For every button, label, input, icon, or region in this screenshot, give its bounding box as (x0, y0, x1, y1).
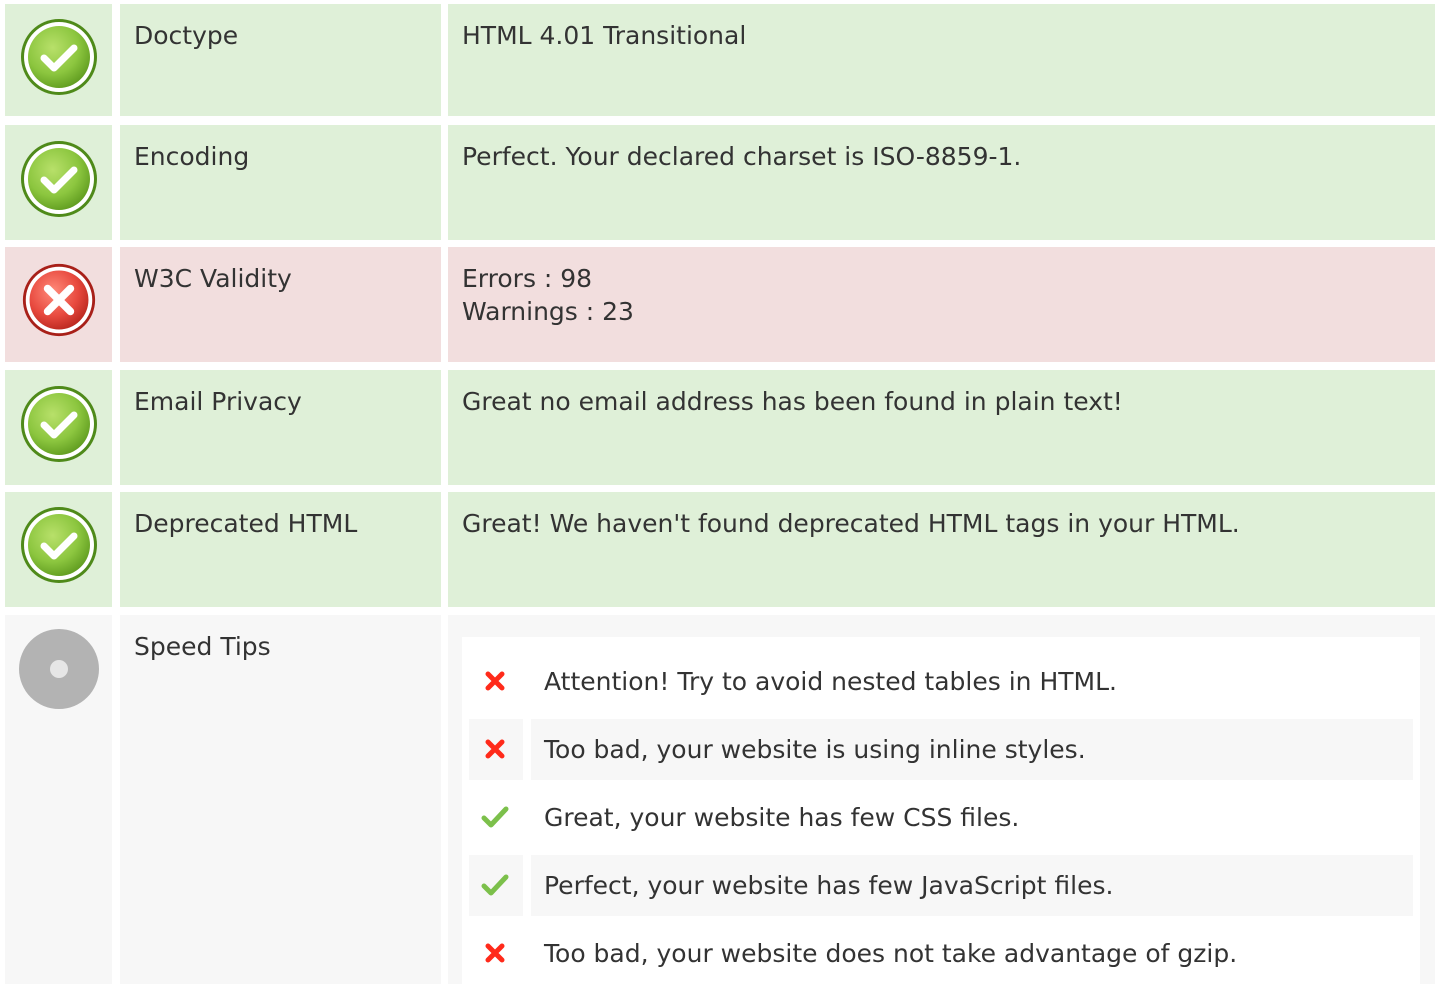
tip-text-cell: Attention! Try to avoid nested tables in… (531, 651, 1413, 712)
label-cell: Email Privacy (120, 370, 441, 485)
value-line: Errors : 98 (462, 264, 593, 293)
value-line: HTML 4.01 Transitional (462, 21, 747, 50)
status-cell (5, 370, 112, 485)
tip-text: Perfect, your website has few JavaScript… (544, 871, 1114, 900)
value-cell: Perfect. Your declared charset is ISO-88… (448, 125, 1435, 240)
value-cell: Attention! Try to avoid nested tables in… (448, 615, 1435, 984)
label-cell: W3C Validity (120, 247, 441, 362)
tip-text-cell: Great, your website has few CSS files. (531, 787, 1413, 848)
check-row-deprecated-html: Deprecated HTML Great! We haven't found … (0, 492, 1445, 607)
error-circle-icon (22, 263, 96, 337)
speed-tip-item: Great, your website has few CSS files. (469, 787, 1413, 848)
tip-text: Too bad, your website does not take adva… (544, 939, 1238, 968)
check-circle-icon (21, 19, 97, 95)
label-cell: Deprecated HTML (120, 492, 441, 607)
check-label: Email Privacy (134, 387, 302, 416)
label-cell: Speed Tips (120, 615, 441, 984)
tip-status (469, 719, 523, 780)
check-circle-icon (21, 507, 97, 583)
tip-status (469, 855, 523, 916)
value-cell: HTML 4.01 Transitional (448, 4, 1435, 116)
tip-text: Attention! Try to avoid nested tables in… (544, 667, 1117, 696)
tip-text: Too bad, your website is using inline st… (544, 735, 1086, 764)
tip-text: Great, your website has few CSS files. (544, 803, 1020, 832)
speed-tip-item: Too bad, your website does not take adva… (469, 923, 1413, 984)
value-cell: Errors : 98 Warnings : 23 (448, 247, 1435, 362)
check-icon (481, 806, 509, 828)
status-cell (5, 247, 112, 362)
value-cell: Great! We haven't found deprecated HTML … (448, 492, 1435, 607)
status-cell (5, 492, 112, 607)
value-cell: Great no email address has been found in… (448, 370, 1435, 485)
tip-status (469, 651, 523, 712)
check-row-doctype: Doctype HTML 4.01 Transitional (0, 4, 1445, 116)
label-cell: Doctype (120, 4, 441, 116)
check-value: HTML 4.01 Transitional (462, 19, 746, 52)
status-cell (5, 615, 112, 984)
speed-tip-item: Perfect, your website has few JavaScript… (469, 855, 1413, 916)
check-label: W3C Validity (134, 264, 292, 293)
check-row-w3c-validity: W3C Validity Errors : 98 Warnings : 23 (0, 247, 1445, 362)
check-row-email-privacy: Email Privacy Great no email address has… (0, 370, 1445, 485)
check-icon (481, 874, 509, 896)
check-value: Great! We haven't found deprecated HTML … (462, 507, 1240, 540)
check-row-encoding: Encoding Perfect. Your declared charset … (0, 125, 1445, 240)
seo-report: Doctype HTML 4.01 Transitional Encoding … (0, 0, 1445, 984)
check-value: Errors : 98 Warnings : 23 (462, 262, 634, 328)
tip-text-cell: Too bad, your website does not take adva… (531, 923, 1413, 984)
cross-icon (485, 671, 505, 691)
tip-text-cell: Too bad, your website is using inline st… (531, 719, 1413, 780)
speed-tip-item: Attention! Try to avoid nested tables in… (469, 651, 1413, 712)
speed-tip-item: Too bad, your website is using inline st… (469, 719, 1413, 780)
value-line: Great no email address has been found in… (462, 387, 1123, 416)
neutral-circle-icon (19, 629, 99, 709)
check-label: Deprecated HTML (134, 509, 358, 538)
check-circle-icon (21, 386, 97, 462)
cross-icon (485, 739, 505, 759)
check-row-speed-tips: Speed Tips Attention! Try to avoid neste… (0, 615, 1445, 984)
label-cell: Encoding (120, 125, 441, 240)
check-label: Doctype (134, 21, 239, 50)
speed-tips-list: Attention! Try to avoid nested tables in… (462, 637, 1420, 984)
status-cell (5, 4, 112, 116)
check-circle-icon (21, 141, 97, 217)
check-label: Encoding (134, 142, 250, 171)
tip-text-cell: Perfect, your website has few JavaScript… (531, 855, 1413, 916)
value-line: Perfect. Your declared charset is ISO-88… (462, 142, 1022, 171)
tip-status (469, 787, 523, 848)
value-line: Warnings : 23 (462, 297, 634, 326)
tip-status (469, 923, 523, 984)
speed-tips-label: Speed Tips (134, 632, 271, 661)
value-line: Great! We haven't found deprecated HTML … (462, 509, 1240, 538)
status-cell (5, 125, 112, 240)
check-value: Perfect. Your declared charset is ISO-88… (462, 140, 1021, 173)
check-value: Great no email address has been found in… (462, 385, 1123, 418)
cross-icon (485, 943, 505, 963)
